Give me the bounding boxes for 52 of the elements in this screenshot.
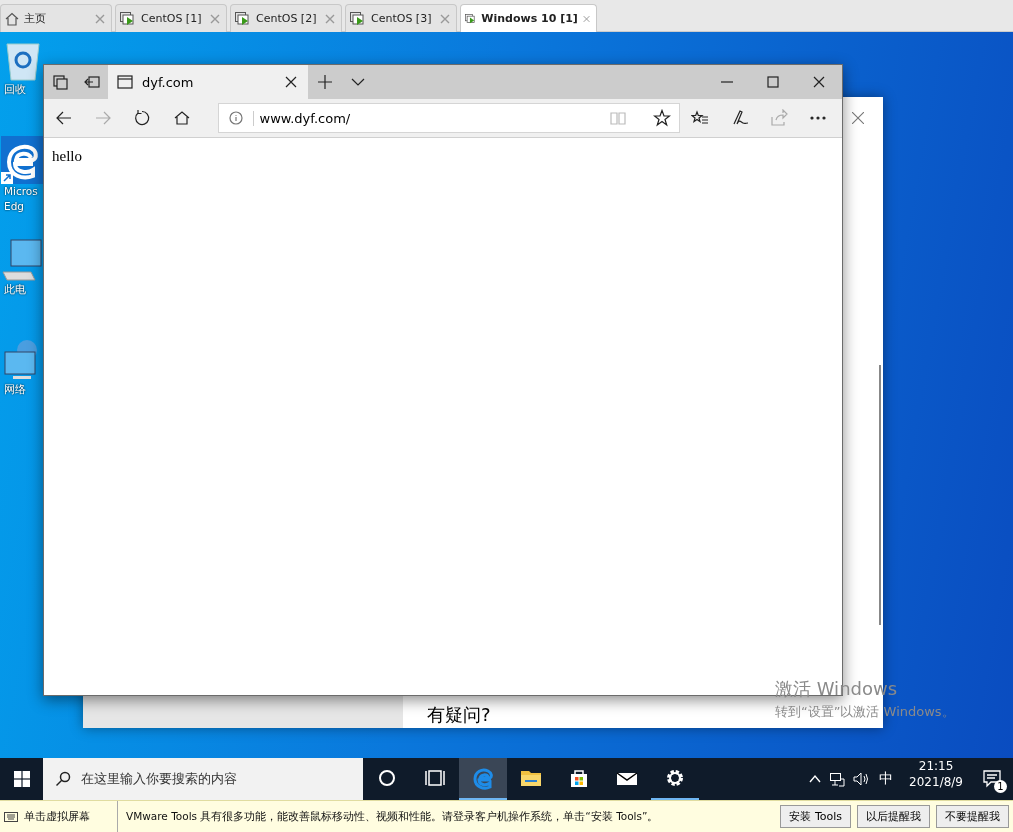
notification-icon[interactable] [983, 770, 1003, 788]
search-icon [55, 771, 71, 787]
notice-button[interactable]: 不要提醒我 [936, 805, 1009, 828]
browser-tab[interactable]: dyf.com [108, 65, 308, 99]
computer-icon [1, 238, 45, 282]
desktop-icon-label: 回收 [4, 82, 26, 97]
tab-title: dyf.com [142, 74, 195, 90]
chevron-up-icon[interactable] [809, 773, 822, 785]
home-icon[interactable] [172, 109, 191, 127]
edge-icon [471, 766, 495, 790]
desktop-icon-label: 此电 [4, 282, 26, 297]
close-icon [852, 112, 864, 124]
tabs-aside-icon[interactable] [51, 73, 69, 91]
virtual-machine-icon [120, 11, 136, 26]
vm-tab[interactable]: CentOS [1] [115, 4, 227, 32]
notice-message: VMware Tools 具有很多功能，能改善鼠标移动性、视频和性能。请登录客户机操作系统，单击“安装 Tools”。 [125, 809, 660, 824]
vm-tab[interactable]: CentOS [3] [345, 4, 457, 32]
vm-tab[interactable]: Windows 10 [1] [460, 4, 597, 32]
desktop-icon-label: 网络 [4, 382, 26, 397]
vm-tab[interactable]: CentOS [2] [230, 4, 342, 32]
virtual-machine-icon [465, 11, 477, 26]
notice-button[interactable]: 以后提醒我 [857, 805, 930, 828]
notice-button[interactable]: 安装 Tools [780, 805, 851, 828]
virtual-machine-icon [350, 11, 366, 26]
page-text: hello [52, 148, 82, 164]
virtual-machine-icon [235, 11, 251, 26]
activation-message: 转到“设置”以激活 Windows。 [775, 703, 955, 721]
page-icon [116, 73, 134, 91]
scrollbar[interactable] [879, 365, 881, 625]
desktop-icon-label: Edg [4, 199, 24, 214]
home-icon [5, 11, 19, 26]
info-icon [226, 109, 245, 127]
plus-icon[interactable] [316, 73, 334, 91]
favorites-list-icon[interactable] [691, 109, 710, 127]
vm-tab[interactable]: 主页 [0, 4, 112, 32]
section-heading: 有疑问? [427, 704, 491, 726]
hint-text: 单击虚拟屏幕 [24, 809, 90, 824]
windows-logo-icon[interactable] [13, 771, 30, 787]
search-field[interactable]: 在这里输入你要搜索的内容 [43, 758, 363, 800]
clock[interactable]: 21:15 2021/8/9 [899, 758, 973, 800]
star-icon[interactable] [653, 109, 672, 127]
back-arrow-icon[interactable] [54, 109, 73, 127]
address-bar[interactable]: www.dyf.com/ [217, 103, 681, 133]
keyboard-icon [4, 811, 18, 822]
notification-badge: 1 [994, 780, 1007, 793]
set-aside-icon[interactable] [83, 73, 101, 91]
input-method-indicator[interactable]: 中 [879, 770, 894, 788]
network-icon[interactable] [829, 771, 846, 787]
url-text: www.dyf.com/ [252, 110, 602, 126]
maximize-icon[interactable] [764, 73, 782, 91]
refresh-icon[interactable] [133, 109, 152, 127]
desktop-icon-label: Micros [4, 184, 38, 199]
